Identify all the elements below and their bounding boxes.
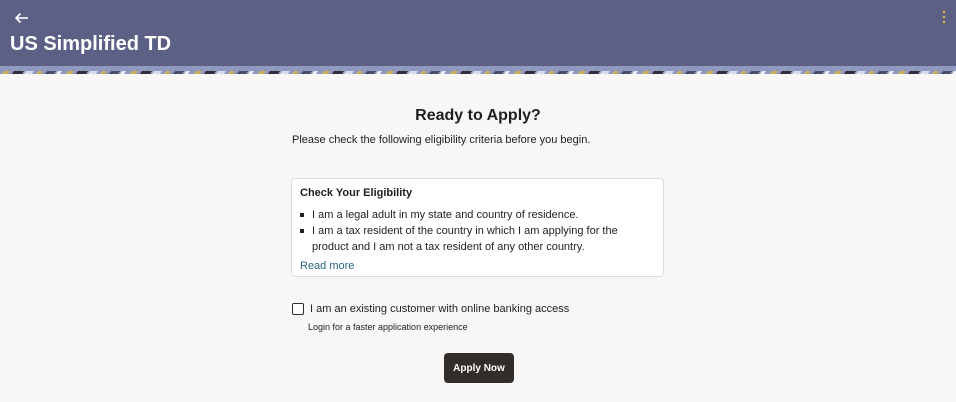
bullet-icon: [300, 229, 304, 233]
criteria-text: I am a tax resident of the country in wh…: [312, 225, 618, 253]
eligibility-card: Check Your Eligibility I am a legal adul…: [291, 178, 664, 277]
existing-customer-label[interactable]: I am an existing customer with online ba…: [310, 302, 569, 316]
bullet-icon: [300, 213, 304, 217]
page-subtitle: Please check the following eligibility c…: [292, 134, 591, 146]
more-options-button[interactable]: [940, 10, 948, 24]
existing-customer-hint: Login for a faster application experienc…: [308, 322, 468, 332]
app-header: US Simplified TD: [0, 0, 956, 66]
apply-now-button[interactable]: Apply Now: [444, 353, 514, 383]
criteria-item: I am a tax resident of the country in wh…: [300, 223, 655, 255]
decorative-banner: [0, 66, 956, 74]
read-more-link[interactable]: Read more: [300, 259, 354, 273]
criteria-item: I am a legal adult in my state and count…: [300, 207, 655, 223]
main-content: Ready to Apply? Please check the followi…: [0, 74, 956, 402]
existing-customer-checkbox[interactable]: [292, 303, 304, 315]
arrow-left-icon: [14, 12, 28, 24]
page-heading: Ready to Apply?: [415, 107, 541, 124]
eligibility-title: Check Your Eligibility: [300, 187, 413, 199]
app-title: US Simplified TD: [10, 33, 172, 55]
eligibility-criteria-list: I am a legal adult in my state and count…: [300, 207, 655, 255]
kebab-menu-icon: [942, 10, 946, 24]
criteria-text: I am a legal adult in my state and count…: [312, 209, 579, 221]
existing-customer-option[interactable]: I am an existing customer with online ba…: [292, 301, 569, 317]
back-button[interactable]: [13, 9, 31, 27]
